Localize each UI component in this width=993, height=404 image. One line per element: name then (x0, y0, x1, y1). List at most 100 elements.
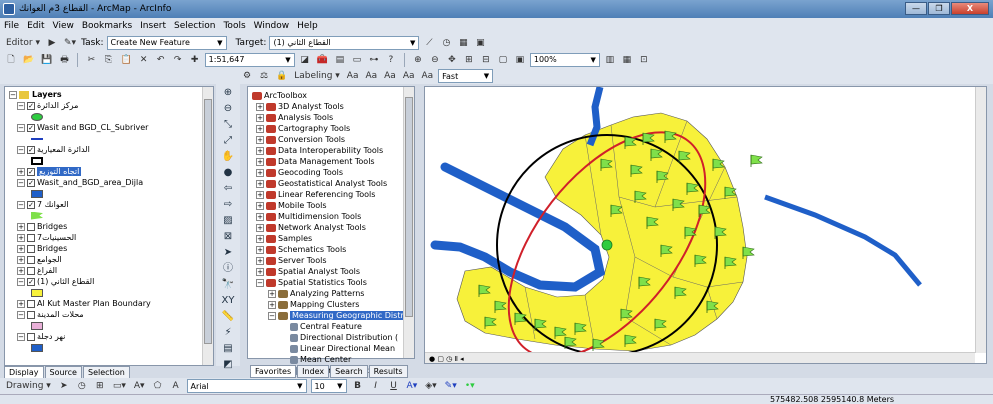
forward-extent-icon[interactable]: ⇨ (221, 198, 235, 211)
minimize-button[interactable]: — (905, 2, 927, 15)
expand-icon[interactable]: + (256, 124, 264, 133)
toc-layer-row[interactable]: − ✓ مركز الدائرة (9, 100, 213, 111)
toolbox-item[interactable]: + Data Interoperability Tools (252, 145, 414, 156)
layer-visibility-checkbox[interactable] (27, 255, 35, 264)
tool-item[interactable]: Directional Distribution ( (252, 332, 414, 343)
expand-icon[interactable]: + (256, 190, 264, 199)
select-elements-icon[interactable]: ➤ (221, 246, 235, 259)
expand-icon[interactable]: + (256, 135, 264, 144)
editor-menu-button[interactable]: Editor ▾ (4, 36, 42, 50)
editor-toolbar-icon[interactable]: ◪ (298, 53, 312, 67)
map-horizontal-scrollbar[interactable]: ● ▢ ◷ Ⅱ ◂ (425, 352, 975, 363)
identify-icon[interactable]: ⓘ (221, 262, 235, 275)
open-icon[interactable]: 📂 (21, 53, 36, 67)
layout-fixed-zoom-in-icon[interactable]: ⊞ (462, 53, 476, 67)
toolbox-item[interactable]: + Analysis Tools (252, 112, 414, 123)
toolbox-item[interactable]: − Spatial Statistics Tools (252, 277, 414, 288)
edit-vertices-icon[interactable]: ⬠ (151, 379, 165, 393)
toc-layer-row[interactable]: + ✓ اتجاه التوزيع (9, 166, 213, 177)
layer-visibility-checkbox[interactable]: ✓ (27, 167, 35, 176)
labeling-quality-dropdown[interactable]: Fast ▼ (438, 69, 494, 83)
layer-symbol[interactable] (9, 287, 213, 298)
scroll-thumb[interactable] (405, 97, 413, 317)
lock-labels-icon[interactable]: 🔒 (274, 69, 289, 83)
layer-visibility-checkbox[interactable]: ✓ (27, 123, 35, 132)
select-features-icon[interactable]: ▨ (221, 214, 235, 227)
expand-icon[interactable]: + (17, 244, 25, 253)
tool-item[interactable]: Linear Directional Mean (252, 343, 414, 354)
italic-button[interactable]: I (369, 379, 383, 393)
menu-insert[interactable]: Insert (140, 21, 166, 31)
zoom-out-icon[interactable]: ⊖ (221, 102, 235, 115)
layer-visibility-checkbox[interactable]: ✓ (27, 277, 35, 286)
map-canvas[interactable] (425, 87, 987, 364)
underline-button[interactable]: U (387, 379, 401, 393)
layer-visibility-checkbox[interactable]: ✓ (27, 145, 35, 154)
expand-icon[interactable]: + (17, 299, 25, 308)
layer-symbol[interactable] (9, 188, 213, 199)
layout-zoom-in-icon[interactable]: ⊕ (411, 53, 425, 67)
toolbox-root[interactable]: ArcToolbox (252, 90, 414, 101)
expand-icon[interactable]: + (17, 222, 25, 231)
collapse-icon[interactable]: − (17, 123, 25, 132)
layout-view-buttons[interactable]: ● ▢ ◷ Ⅱ ◂ (429, 355, 464, 363)
layer-symbol[interactable] (9, 342, 213, 353)
whats-this-icon[interactable]: ? (384, 53, 398, 67)
expand-icon[interactable]: + (256, 267, 264, 276)
measure-icon[interactable]: 📏 (221, 310, 235, 323)
rotate-tool-icon[interactable]: ◷ (439, 36, 453, 50)
toolbox-item[interactable]: + Multidimension Tools (252, 211, 414, 222)
pause-labeling-icon[interactable]: Aa (363, 69, 379, 83)
collapse-icon[interactable]: − (256, 278, 264, 287)
zoom-to-selected-icon[interactable]: ⊞ (93, 379, 107, 393)
layer-visibility-checkbox[interactable] (27, 299, 35, 308)
label-priority-icon[interactable]: Aa (401, 69, 417, 83)
layer-visibility-checkbox[interactable]: ✓ (27, 101, 35, 110)
undo-icon[interactable]: ↶ (154, 53, 168, 67)
toolbox-item[interactable]: + Linear Referencing Tools (252, 189, 414, 200)
toolset-item[interactable]: + Mapping Clusters (252, 299, 414, 310)
fill-color-icon[interactable]: ◈▾ (423, 379, 438, 393)
toc-root[interactable]: − Layers (9, 89, 213, 100)
save-icon[interactable]: 💾 (39, 53, 54, 67)
toc-layer-row[interactable]: + Al Kut Master Plan Boundary (9, 298, 213, 309)
tab-search[interactable]: Search (330, 365, 368, 378)
expand-icon[interactable]: + (256, 245, 264, 254)
sketch-properties-icon[interactable]: ▣ (473, 36, 487, 50)
pan-icon[interactable]: ✋ (221, 150, 235, 163)
expand-icon[interactable]: + (256, 113, 264, 122)
toolset-item[interactable]: + Analyzing Patterns (252, 288, 414, 299)
redo-icon[interactable]: ↷ (171, 53, 185, 67)
toolbox-scrollbar[interactable] (403, 87, 414, 358)
collapse-icon[interactable]: − (268, 311, 276, 320)
cut-icon[interactable]: ✂ (84, 53, 98, 67)
add-data-icon[interactable]: ✚ (188, 53, 202, 67)
sector-polygon[interactable] (456, 112, 748, 352)
toc-layer-row[interactable]: − ✓ العوانك 7 (9, 199, 213, 210)
expand-icon[interactable]: + (268, 300, 276, 309)
back-extent-icon[interactable]: ⇦ (221, 182, 235, 195)
marker-color-icon[interactable]: •▾ (463, 379, 477, 393)
menu-edit[interactable]: Edit (27, 21, 44, 31)
toolbox-item[interactable]: +3D Analyst Tools (252, 101, 414, 112)
expand-icon[interactable]: + (256, 256, 264, 265)
layer-visibility-checkbox[interactable] (27, 310, 35, 319)
menu-tools[interactable]: Tools (223, 21, 245, 31)
toolbox-item[interactable]: + Data Management Tools (252, 156, 414, 167)
layout-pan-icon[interactable]: ✥ (445, 53, 459, 67)
toggle-draft-icon[interactable]: ▥ (603, 53, 617, 67)
bold-button[interactable]: B (351, 379, 365, 393)
menu-help[interactable]: Help (297, 21, 318, 31)
toolbox-item[interactable]: + Geostatistical Analyst Tools (252, 178, 414, 189)
new-text-icon[interactable]: A▾ (132, 379, 147, 393)
label-options-icon[interactable]: Aa (345, 69, 361, 83)
expand-icon[interactable]: + (256, 201, 264, 210)
print-icon[interactable]: 🖶 (57, 53, 71, 67)
toc-layer-row[interactable]: + الفراغ (9, 265, 213, 276)
layer-symbol[interactable] (9, 155, 213, 166)
font-size-dropdown[interactable]: 10 ▼ (310, 379, 347, 393)
expand-icon[interactable]: + (256, 168, 264, 177)
menu-file[interactable]: File (4, 21, 19, 31)
layer-visibility-checkbox[interactable]: ✓ (27, 200, 35, 209)
create-viewer-icon[interactable]: ◩ (221, 358, 235, 371)
